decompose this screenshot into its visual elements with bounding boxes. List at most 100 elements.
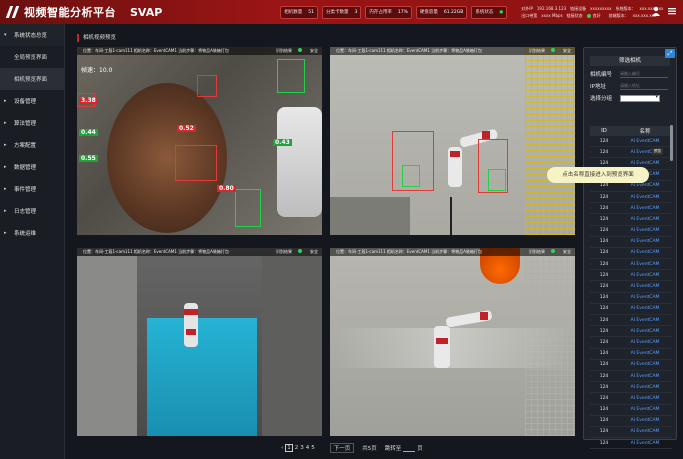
row-camera-name-link[interactable]: AI EventCAM [618, 284, 672, 289]
sidebar-item-system-ops[interactable]: ▸ 系统运维 [0, 222, 64, 244]
row-camera-name-link[interactable]: AI EventCAM [618, 150, 672, 155]
row-camera-name-link[interactable]: AI EventCAM [618, 318, 672, 323]
jump-input[interactable] [403, 445, 416, 452]
prev-page-button[interactable]: ‹ [281, 445, 283, 451]
page-unit: 页 [417, 446, 423, 452]
expand-icon[interactable]: ⤢ [665, 49, 675, 58]
table-row[interactable]: 124 AI EventCAM [590, 226, 672, 237]
table-row[interactable]: 124 AI EventCAM [590, 382, 672, 394]
detection-tag: 3.38 [79, 97, 98, 104]
next-page-button[interactable]: 下一页 [329, 443, 355, 453]
row-id: 124 [599, 339, 609, 345]
menu-icon[interactable] [667, 6, 677, 16]
table-row[interactable]: 124 AI EventCAM [590, 427, 672, 439]
page-1-button[interactable]: 1 [285, 444, 293, 452]
ip-input[interactable] [620, 82, 668, 90]
table-row[interactable]: 124 AI EventCAM [590, 393, 672, 405]
table-row[interactable]: 124 AI EventCAM [590, 237, 672, 248]
page-5-button[interactable]: 5 [311, 445, 315, 451]
row-camera-name-link[interactable]: AI EventCAM [618, 306, 672, 311]
user-icon[interactable] [651, 6, 661, 16]
table-row[interactable]: 124 AI EventCAM [590, 136, 672, 148]
hint-tooltip: 点击名称直接进入到预览界面 [547, 167, 649, 183]
table-row[interactable]: 124 AI EventCAM [590, 281, 672, 293]
row-camera-name-link[interactable]: AI EventCAM [618, 217, 672, 222]
page-2-button[interactable]: 2 [295, 445, 299, 451]
row-camera-name-link[interactable]: AI EventCAM [618, 407, 672, 412]
row-camera-name-link[interactable]: AI EventCAM [618, 351, 672, 356]
row-camera-name-link[interactable]: AI EventCAM [618, 362, 672, 367]
table-row[interactable]: 124 AI EventCAM [590, 304, 672, 315]
row-camera-name-link[interactable]: AI EventCAM [618, 418, 672, 423]
tripod-image [450, 197, 452, 235]
row-camera-name-link[interactable]: AI EventCAM [618, 441, 672, 446]
row-id: 124 [599, 250, 609, 256]
table-row[interactable]: 124 AI EventCAM [590, 315, 672, 327]
table-scrollbar[interactable] [670, 125, 673, 161]
stat-card-count: 分类卡数量 3 [322, 5, 362, 19]
row-camera-name-link[interactable]: AI EventCAM [618, 195, 672, 200]
row-camera-name-link[interactable]: AI EventCAM [618, 340, 672, 345]
row-camera-name-link[interactable]: AI EventCAM [618, 329, 672, 334]
page-3-button[interactable]: 3 [300, 445, 304, 451]
table-row[interactable]: 124 AI EventCAM [590, 259, 672, 271]
camera-view-1[interactable]: 位置：车间-工段1-cam111 相机名称：EventCAM1 当前步骤：将物品… [77, 47, 322, 235]
sidebar-item-algorithm-management[interactable]: ▸ 算法管理 [0, 112, 64, 134]
camera-view-4[interactable]: 位置：车间-工段1-cam111 相机名称：EventCAM1 当前步骤：将物品… [330, 248, 575, 436]
status-dot-icon [298, 249, 302, 253]
row-id: 124 [599, 328, 609, 334]
row-camera-name-link[interactable]: AI EventCAM [618, 385, 672, 390]
detection-box [197, 75, 217, 97]
sidebar-item-device-management[interactable]: ▸ 设备管理 [0, 90, 64, 112]
row-camera-name-link[interactable]: AI EventCAM [618, 262, 672, 267]
table-row[interactable]: 124 AI EventCAM [590, 371, 672, 383]
camera-no-input[interactable] [620, 70, 668, 78]
detection-tag: 0.44 [79, 129, 98, 136]
row-camera-name-link[interactable]: AI EventCAM [618, 139, 672, 144]
table-row[interactable]: 124 AI EventCAM [590, 192, 672, 204]
row-camera-name-link[interactable]: AI EventCAM [618, 183, 672, 188]
row-camera-name-link[interactable]: AI EventCAM [618, 250, 672, 255]
table-row[interactable]: 124 AI EventCAM [590, 416, 672, 427]
table-row[interactable]: 124 AI EventCAM [590, 337, 672, 349]
table-row[interactable]: 124 AI EventCAM [590, 360, 672, 371]
pagination: ‹ 1 2 3 4 5 下一页 共5页 跳转至 页 [280, 443, 423, 453]
table-row[interactable]: 124 AI EventCAM [590, 248, 672, 260]
safety-fence-image [525, 47, 575, 235]
detection-tag: 0.80 [217, 185, 236, 192]
row-camera-name-link[interactable]: AI EventCAM [618, 161, 672, 166]
table-row[interactable]: 124 AI EventCAM [590, 203, 672, 215]
row-camera-name-link[interactable]: AI EventCAM [618, 273, 672, 278]
table-row[interactable]: 124 AI EventCAM [590, 438, 672, 450]
row-camera-name-link[interactable]: AI EventCAM [618, 429, 672, 434]
table-row[interactable]: 124 AI EventCAM [590, 405, 672, 416]
row-camera-name-link[interactable]: AI EventCAM [618, 374, 672, 379]
sidebar-item-event-management[interactable]: ▸ 事件管理 [0, 178, 64, 200]
row-camera-name-link[interactable]: AI EventCAM [618, 206, 672, 211]
camera-view-3[interactable]: 位置：车间-工段1-cam111 相机名称：EventCAM1 当前步骤：将物品… [77, 248, 322, 436]
row-camera-name-link[interactable]: AI EventCAM [618, 239, 672, 244]
machine-image [262, 256, 322, 436]
table-row[interactable]: 124 AI EventCAM [590, 214, 672, 226]
group-select[interactable] [620, 94, 660, 102]
camera-filter-panel: 筛选相机 相机编号 IP地址 选择分组 ID 名称 124 AI EventCAM… [583, 47, 677, 450]
logo: 视频智能分析平台 SVAP [6, 4, 162, 20]
tiny-tooltip: 预览 [652, 148, 663, 155]
sidebar-item-camera-preview[interactable]: 相机预览界面 [0, 68, 64, 90]
sidebar-item-system-overview[interactable]: ▾ 系统状态总览 [0, 24, 64, 46]
sidebar-item-log-management[interactable]: ▸ 日志管理 [0, 200, 64, 222]
row-camera-name-link[interactable]: AI EventCAM [618, 228, 672, 233]
table-row[interactable]: 124 AI EventCAM [590, 270, 672, 282]
row-camera-name-link[interactable]: AI EventCAM [618, 295, 672, 300]
table-row[interactable]: 124 AI EventCAM [590, 293, 672, 304]
page-4-button[interactable]: 4 [306, 445, 310, 451]
row-camera-name-link[interactable]: AI EventCAM [618, 396, 672, 401]
table-row[interactable]: 124 AI EventCAM [590, 349, 672, 360]
row-id: 124 [599, 317, 609, 323]
sidebar-item-data-management[interactable]: ▸ 数据管理 [0, 156, 64, 178]
table-row[interactable]: 124 AI EventCAM [590, 326, 672, 338]
sidebar-item-global-preview[interactable]: 全局预览界面 [0, 46, 64, 68]
sidebar-item-scheme-config[interactable]: ▸ 方案配置 [0, 134, 64, 156]
chevron-right-icon: ▸ [4, 142, 7, 148]
camera-view-2[interactable]: 位置：车间-工段1-cam111 相机名称：EventCAM1 当前步骤：将物品… [330, 47, 575, 235]
